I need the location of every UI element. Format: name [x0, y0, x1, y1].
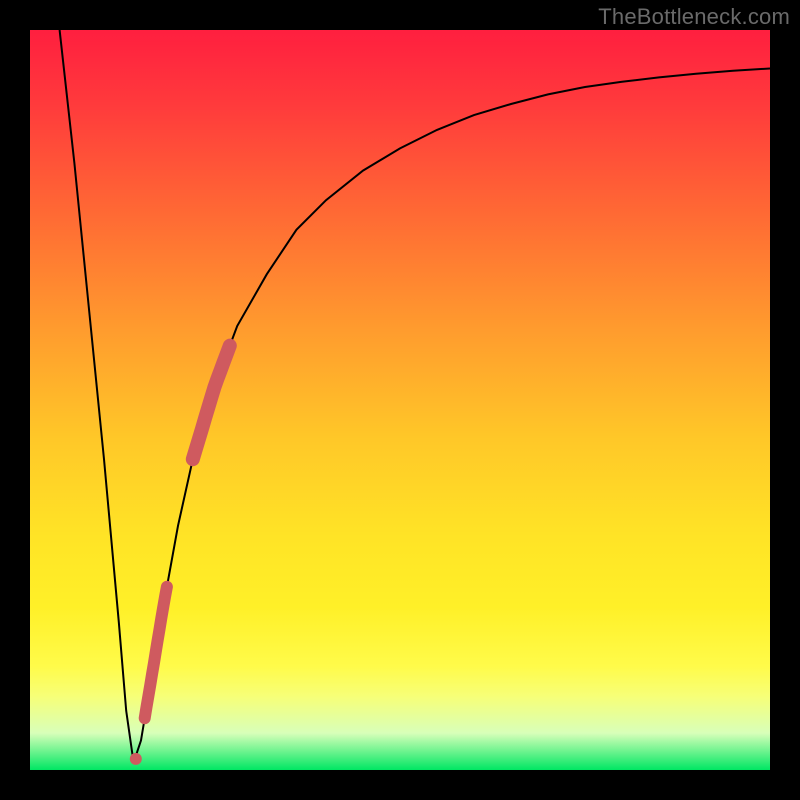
watermark-text: TheBottleneck.com — [598, 4, 790, 30]
highlight-segment-upper — [193, 346, 230, 460]
plot-area — [30, 30, 770, 770]
chart-frame: TheBottleneck.com — [0, 0, 800, 800]
highlight-segment-lower — [145, 587, 167, 718]
curve-markers — [30, 30, 770, 770]
trough-marker-dot — [130, 753, 142, 765]
